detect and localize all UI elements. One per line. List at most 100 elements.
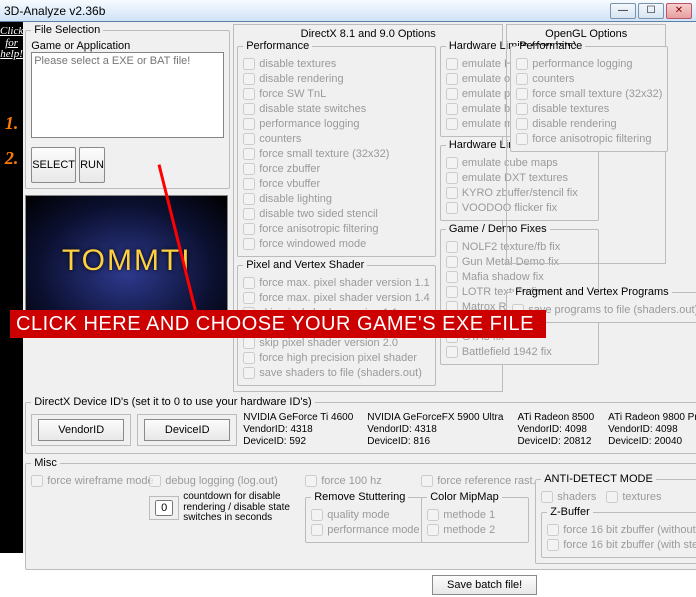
dx-perf-2-label: force SW TnL (259, 88, 326, 100)
ogl-perf-0-check[interactable] (516, 58, 528, 70)
zb-1-check[interactable] (547, 539, 559, 551)
device-card: ATi Radeon 9800 ProVendorID: 4098DeviceI… (608, 412, 696, 448)
dx-pvs-1-check[interactable] (243, 292, 255, 304)
dx-perf-4-check[interactable] (243, 118, 255, 130)
force100hz-check[interactable] (305, 475, 317, 487)
step-2: 2. (5, 148, 19, 169)
dx-perf-0-label: disable textures (259, 58, 336, 70)
dx-perf-11-check[interactable] (243, 223, 255, 235)
mip2-check[interactable] (427, 524, 439, 536)
dx-perf-1-label: disable rendering (259, 73, 343, 85)
dx-perf-3-label: disable state switches (259, 103, 366, 115)
stutter-quality-check[interactable] (311, 509, 323, 521)
dx-pvs-legend: Pixel and Vertex Shader (243, 259, 367, 271)
mip1-check[interactable] (427, 509, 439, 521)
dx-perf-5-check[interactable] (243, 133, 255, 145)
zb-0-check[interactable] (547, 524, 559, 536)
ogl-legend: OpenGL Options (541, 28, 631, 40)
dx-perf-legend: Performance (243, 40, 312, 52)
debuglog-check[interactable] (149, 475, 161, 487)
dx-caps-0-check[interactable] (446, 58, 458, 70)
select-button[interactable]: SELECT (31, 147, 76, 183)
zb-0-label: force 16 bit zbuffer (without stencil) (563, 524, 696, 536)
dx-caps-1-check[interactable] (446, 73, 458, 85)
dx-fixes-3-check[interactable] (446, 286, 458, 298)
device-card: NVIDIA GeForce Ti 4600VendorID: 4318Devi… (243, 412, 353, 448)
dx-pvs-0-check[interactable] (243, 277, 255, 289)
ogl-perf-group: Performance performance loggingcountersf… (510, 40, 668, 152)
dx-fixes-7-check[interactable] (446, 346, 458, 358)
dx-legend: DirectX 8.1 and 9.0 Options (297, 28, 440, 40)
dx-fixes-0-check[interactable] (446, 241, 458, 253)
ogl-perf-4-label: disable rendering (532, 118, 616, 130)
dx-pvs-5-check[interactable] (243, 352, 255, 364)
dx-perf-9-check[interactable] (243, 193, 255, 205)
ogl-perf-1-label: counters (532, 73, 574, 85)
dx-pvs-6-check[interactable] (243, 367, 255, 379)
dx-perf-10-check[interactable] (243, 208, 255, 220)
refrast-check[interactable] (421, 475, 433, 487)
close-button[interactable]: ✕ (666, 3, 692, 19)
dx-perf-group: Performance disable textures disable rend… (237, 40, 436, 257)
stutter-perf-label: performance mode (327, 524, 419, 536)
vendorid-button[interactable]: VendorID (38, 419, 124, 441)
dx-perf-12-check[interactable] (243, 238, 255, 250)
maximize-button[interactable]: ☐ (638, 3, 664, 19)
save-batch-button[interactable]: Save batch file! (432, 575, 537, 595)
dx-pvs-4-label: skip pixel shader version 2.0 (259, 337, 398, 349)
wireframe-label: force wireframe mode (47, 475, 153, 487)
dx-caps-2-check[interactable] (446, 88, 458, 100)
dx-fixes-2-check[interactable] (446, 271, 458, 283)
deviceid-button[interactable]: DeviceID (144, 419, 230, 441)
wireframe-check[interactable] (31, 475, 43, 487)
dx-pvs-4-check[interactable] (243, 337, 255, 349)
dx-perf-10-label: disable two sided stencil (259, 208, 378, 220)
antidetect-group: ANTI-DETECT MODE shaders textures Z-Buff… (535, 473, 696, 564)
annotation-banner: CLICK HERE AND CHOOSE YOUR GAME'S EXE FI… (10, 310, 546, 338)
dx-perf-3-check[interactable] (243, 103, 255, 115)
dx-caps-3-check[interactable] (446, 103, 458, 115)
dx-perf-0-check[interactable] (243, 58, 255, 70)
dx-perf-11-label: force anisotropic filtering (259, 223, 378, 235)
dx-feat-3-check[interactable] (446, 202, 458, 214)
debuglog-label: debug logging (log.out) (165, 475, 278, 487)
ad-shaders-label: shaders (557, 491, 596, 503)
dx-caps-4-check[interactable] (446, 118, 458, 130)
file-selection-group: File Selection Game or Application SELEC… (25, 24, 230, 189)
dx-perf-6-check[interactable] (243, 148, 255, 160)
file-path-input[interactable] (31, 52, 224, 138)
dx-perf-2-check[interactable] (243, 88, 255, 100)
ogl-fvp-legend: Fragment and Vertex Programs (512, 286, 671, 298)
sidebar: Click for help! 1. 2. (0, 22, 23, 553)
dx-perf-1-check[interactable] (243, 73, 255, 85)
ogl-fvp-0-label: save programs to file (shaders.out) (528, 304, 696, 316)
ogl-perf-5-label: force anisotropic filtering (532, 133, 651, 145)
ogl-perf-legend: Performance (516, 40, 585, 52)
minimize-button[interactable]: — (610, 3, 636, 19)
dx-perf-7-check[interactable] (243, 163, 255, 175)
run-button[interactable]: RUN (79, 147, 105, 183)
logo-text: TOMMTI (62, 244, 192, 278)
dx-perf-5-label: counters (259, 133, 301, 145)
ogl-perf-3-check[interactable] (516, 103, 528, 115)
stutter-quality-label: quality mode (327, 509, 389, 521)
ogl-perf-2-check[interactable] (516, 88, 528, 100)
dx-perf-8-check[interactable] (243, 178, 255, 190)
ad-textures-check[interactable] (606, 491, 618, 503)
countdown-input[interactable] (155, 500, 173, 516)
stutter-legend: Remove Stuttering (311, 491, 408, 503)
stutter-perf-check[interactable] (311, 524, 323, 536)
dx-pvs-6-label: save shaders to file (shaders.out) (259, 367, 422, 379)
dx-feat-1-check[interactable] (446, 172, 458, 184)
ad-shaders-check[interactable] (541, 491, 553, 503)
ogl-perf-4-check[interactable] (516, 118, 528, 130)
file-label: Game or Application (31, 40, 224, 52)
help-link[interactable]: Click for help! (0, 24, 23, 63)
ogl-perf-1-check[interactable] (516, 73, 528, 85)
ogl-perf-5-check[interactable] (516, 133, 528, 145)
dx-feat-0-check[interactable] (446, 157, 458, 169)
dx-pvs-1-label: force max. pixel shader version 1.4 (259, 292, 430, 304)
file-selection-legend: File Selection (31, 24, 103, 36)
dx-feat-2-check[interactable] (446, 187, 458, 199)
dx-fixes-1-check[interactable] (446, 256, 458, 268)
